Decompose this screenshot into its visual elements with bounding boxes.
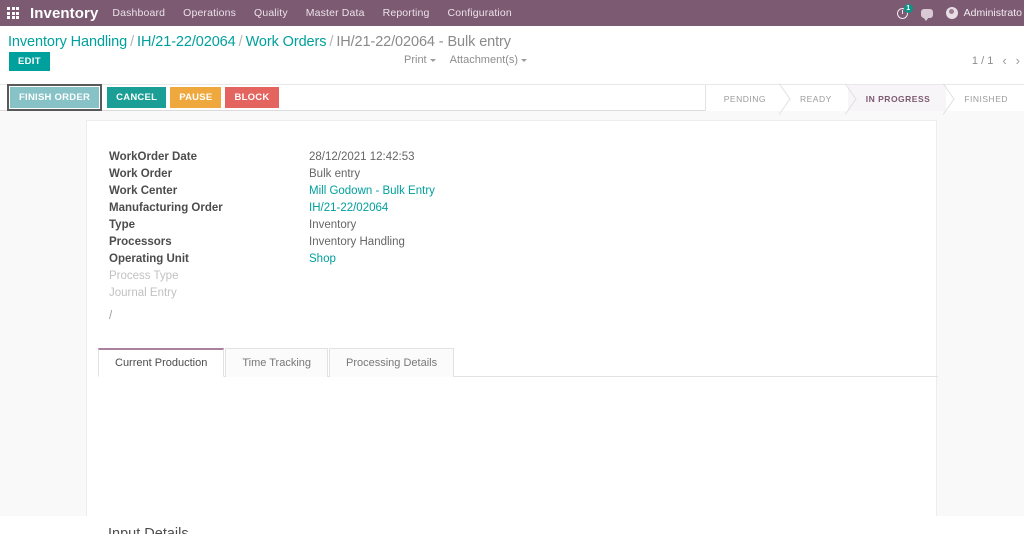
control-panel: Inventory Handling / IH/21-22/02064/Work O… (0, 26, 1024, 84)
tab-processing-details[interactable]: Processing Details (329, 348, 455, 377)
field-label: Journal Entry (109, 287, 177, 299)
menu-item-reporting[interactable]: Reporting (383, 7, 430, 19)
username-label: Administrato (963, 7, 1022, 19)
pause-button[interactable]: PAUSE (170, 87, 222, 108)
pager-count: 1 / 1 (971, 54, 994, 67)
input-details-region: Input Details # Product Material Type So… (0, 516, 1024, 534)
tab-time-tracking[interactable]: Time Tracking (225, 348, 328, 377)
tab-current-production[interactable]: Current Production (98, 348, 225, 377)
activity-count-badge: 1 (903, 3, 913, 13)
navbar-right-tools: 1 Administrato (896, 0, 1024, 26)
menu-item-dashboard[interactable]: Dashboard (112, 7, 165, 19)
edit-button[interactable]: EDIT (9, 52, 50, 71)
field-work-center: Work Center Mill Godown - Bulk Entry (109, 185, 936, 202)
breadcrumb-separator: / (238, 34, 243, 50)
attachments-dropdown[interactable]: Attachment(s) (449, 54, 528, 66)
field-label: Work Center (109, 185, 178, 197)
workflow-buttons: FINISH ORDER CANCEL PAUSE BLOCK (0, 84, 283, 111)
print-label: Print (404, 54, 427, 66)
field-value-link[interactable]: Shop (309, 253, 336, 265)
field-label: Operating Unit (109, 253, 189, 265)
workorder-field-group: WorkOrder Date 28/12/2021 12:42:53 Work … (109, 151, 936, 322)
user-avatar-icon (945, 7, 958, 19)
breadcrumb: Inventory Handling / IH/21-22/02064/Work O… (0, 26, 1024, 50)
field-label: Work Order (109, 168, 173, 180)
menu-item-configuration[interactable]: Configuration (447, 7, 511, 19)
field-value: Bulk entry (309, 168, 361, 180)
breadcrumb-item-current: IH/21-22/02064 - Bulk entry (336, 34, 511, 50)
field-type: Type Inventory (109, 219, 936, 236)
field-label: Manufacturing Order (109, 202, 223, 214)
stage-finished[interactable]: FINISHED (946, 85, 1024, 112)
field-value: 28/12/2021 12:42:53 (309, 151, 415, 163)
field-work-order: Work Order Bulk entry (109, 168, 936, 185)
top-navbar: Inventory Dashboard Operations Quality M… (0, 0, 1024, 26)
input-details-title: Input Details (108, 526, 189, 534)
status-action-bar: FINISH ORDER CANCEL PAUSE BLOCK PENDING … (0, 84, 1024, 112)
record-pager: 1 / 1 ‹ › (972, 53, 1020, 68)
stage-pending[interactable]: PENDING (705, 85, 782, 112)
journal-entry-slash: / (109, 310, 113, 322)
menu-item-quality[interactable]: Quality (254, 7, 288, 19)
field-value-link[interactable]: IH/21-22/02064 (309, 202, 388, 214)
breadcrumb-item-2[interactable]: Work Orders (246, 34, 327, 50)
apps-grid-icon[interactable] (0, 0, 26, 26)
field-value: Inventory Handling (309, 236, 405, 248)
field-value-link[interactable]: Mill Godown - Bulk Entry (309, 185, 435, 197)
finish-order-button[interactable]: FINISH ORDER (6, 84, 103, 111)
app-brand-title[interactable]: Inventory (26, 5, 112, 22)
menu-item-master-data[interactable]: Master Data (306, 7, 365, 19)
print-dropdown[interactable]: Print (404, 54, 436, 66)
stage-ready[interactable]: READY (781, 85, 848, 112)
form-sheet: WorkOrder Date 28/12/2021 12:42:53 Work … (86, 120, 938, 534)
field-workorder-date: WorkOrder Date 28/12/2021 12:42:53 (109, 151, 936, 168)
breadcrumb-item-1[interactable]: IH/21-22/02064 (137, 34, 236, 50)
field-label: WorkOrder Date (109, 151, 197, 163)
field-label: Type (109, 219, 135, 231)
field-operating-unit: Operating Unit Shop (109, 253, 936, 270)
breadcrumb-separator: / (130, 34, 135, 50)
field-label: Processors (109, 236, 172, 248)
attachments-label: Attachment(s) (449, 54, 519, 66)
field-value: Inventory (309, 219, 357, 231)
field-label: Process Type (109, 270, 179, 282)
notebook-tabs: Current Production Time Tracking Process… (98, 347, 938, 377)
menu-item-operations[interactable]: Operations (183, 7, 236, 19)
pager-next-icon[interactable]: › (1016, 53, 1020, 68)
field-processors: Processors Inventory Handling (109, 236, 936, 253)
page-body: WorkOrder Date 28/12/2021 12:42:53 Work … (0, 111, 1024, 534)
pager-previous-icon[interactable]: ‹ (1002, 53, 1006, 68)
chevron-down-icon (521, 58, 528, 62)
field-journal-entry: Journal Entry (109, 287, 936, 304)
field-manufacturing-order: Manufacturing Order IH/21-22/02064 (109, 202, 936, 219)
messages-chat-icon[interactable] (920, 8, 933, 21)
activity-clock-icon[interactable]: 1 (896, 3, 913, 19)
breadcrumb-separator: / (329, 34, 334, 50)
field-process-type: Process Type (109, 270, 936, 287)
user-menu[interactable]: Administrato (945, 7, 1022, 19)
main-menu: Dashboard Operations Quality Master Data… (112, 7, 511, 19)
cancel-button[interactable]: CANCEL (107, 87, 167, 108)
block-button[interactable]: BLOCK (225, 87, 279, 108)
status-pipeline: PENDING READY IN PROGRESS FINISHED (704, 85, 1024, 112)
breadcrumb-item-0[interactable]: Inventory Handling (8, 34, 127, 50)
stage-in-progress[interactable]: IN PROGRESS (847, 85, 947, 112)
chevron-down-icon (429, 58, 436, 62)
